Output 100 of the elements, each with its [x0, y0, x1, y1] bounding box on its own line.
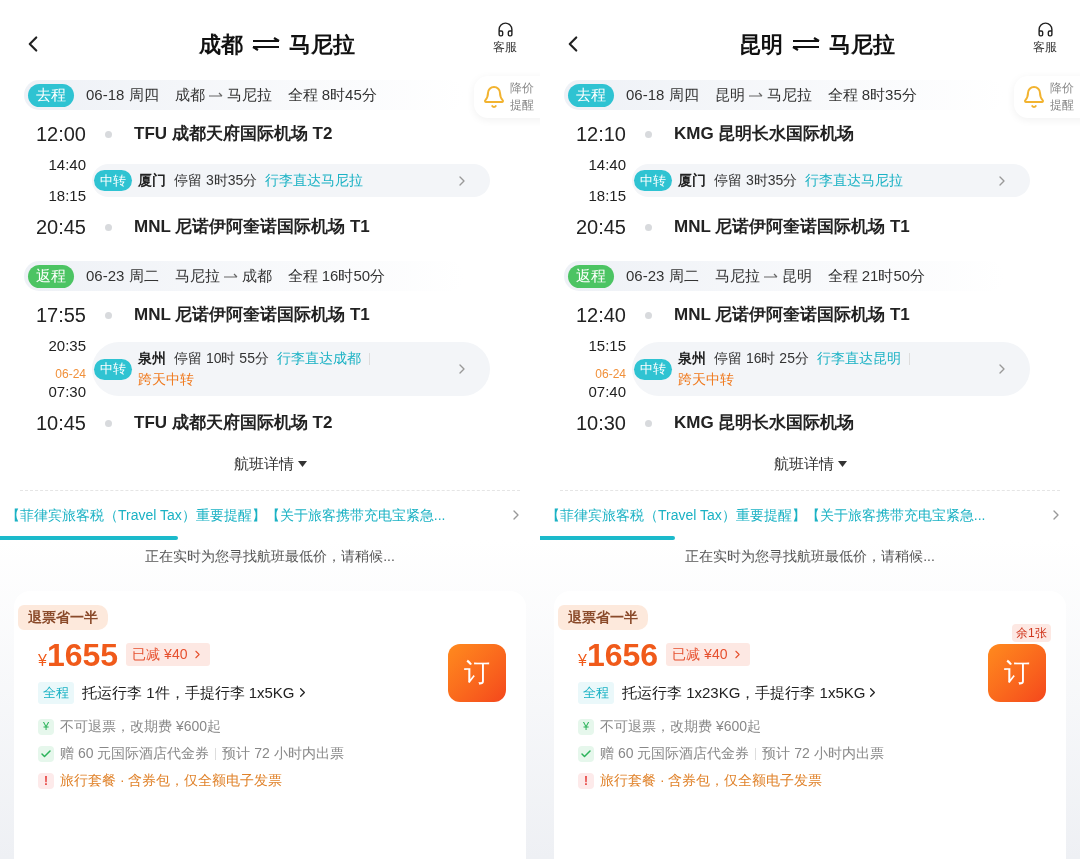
route-destination: 昆明	[781, 265, 812, 286]
leg-tag: 去程	[28, 83, 74, 107]
transfer-city: 泉州	[138, 349, 166, 368]
baggage-note: 行李直达昆明	[816, 349, 901, 368]
transfer-tag: 中转	[94, 170, 132, 191]
airport-name: KMG 昆明长水国际机场	[674, 123, 855, 146]
airport-name: TFU 成都天府国际机场 T2	[134, 412, 333, 435]
airport-name: MNL 尼诺伊阿奎诺国际机场 T1	[134, 216, 370, 239]
check-icon	[38, 745, 54, 762]
leg-duration: 全程 8时45分	[287, 84, 377, 105]
refund-badge: 退票省一半	[18, 604, 108, 630]
feature-text: 不可退票，改期费 ¥600起	[600, 717, 762, 736]
transfer-city: 厦门	[678, 171, 706, 190]
arrival-time: 15:15	[588, 336, 626, 356]
price: 1655	[46, 635, 119, 674]
yuan-icon: ¥	[38, 718, 54, 735]
yuan-icon: ¥	[578, 718, 594, 735]
feature-text: 预计 72 小时内出票	[762, 744, 884, 763]
refund-badge: 退票省一半	[558, 604, 648, 630]
departure-time: 07:40	[588, 381, 626, 402]
route-destination: 成都	[241, 265, 272, 286]
feature-text: 赠 60 元国际酒店代金券	[60, 744, 210, 763]
bell-icon	[482, 85, 506, 109]
transfer-row[interactable]: 中转 泉州 停留 16时 25分 行李直达昆明 跨天中转	[632, 342, 1030, 396]
feature-text: 旅行套餐 · 含券包，仅全额电子发票	[600, 771, 823, 790]
departure-time: 07:30	[48, 381, 86, 402]
flight-details-link[interactable]: 航班详情	[233, 453, 294, 476]
route-origin: 昆明	[739, 30, 783, 59]
swap-icon	[791, 37, 821, 51]
route-destination: 马尼拉	[289, 30, 355, 59]
price-alert-button[interactable]: 降价 提醒	[1014, 76, 1080, 118]
arrow-icon	[223, 273, 238, 279]
route-origin: 马尼拉	[714, 265, 760, 286]
leg-date: 06-18 周四	[86, 84, 159, 105]
caret-icon	[837, 461, 847, 468]
route-destination: 马尼拉	[829, 30, 895, 59]
flight-details-link[interactable]: 航班详情	[773, 453, 834, 476]
customer-service-button[interactable]: 客服	[1030, 20, 1060, 56]
bell-icon	[1022, 85, 1046, 109]
layover-duration: 停留 16时 25分	[714, 349, 809, 368]
headset-icon	[496, 20, 514, 38]
arrival-time: 10:45	[34, 411, 86, 436]
arrival-time: 14:40	[48, 155, 86, 175]
loading-message: 正在实时为您寻找航班最低价，请稍候...	[685, 546, 935, 566]
currency-symbol: ¥	[578, 651, 587, 671]
layover-duration: 停留 3时35分	[714, 171, 798, 190]
leg-tag: 去程	[568, 83, 614, 107]
route-origin: 马尼拉	[174, 265, 220, 286]
route-destination: 马尼拉	[226, 84, 272, 105]
departure-time: 18:15	[588, 185, 626, 206]
airport-name: MNL 尼诺伊阿奎诺国际机场 T1	[134, 304, 370, 327]
route-origin: 昆明	[714, 84, 745, 105]
check-icon	[578, 745, 594, 762]
transfer-tag: 中转	[634, 170, 672, 191]
feature-text: 预计 72 小时内出票	[222, 744, 344, 763]
remaining-badge: 余1张	[1012, 623, 1051, 642]
arrival-time: 14:40	[588, 155, 626, 175]
caret-icon	[297, 461, 307, 468]
date: 06-24	[595, 367, 626, 381]
baggage-link[interactable]: 托运行李 1x23KG，手提行李 1x5KG	[622, 681, 881, 704]
departure-time: 17:55	[34, 303, 86, 328]
loading-message: 正在实时为您寻找航班最低价，请稍候...	[145, 546, 395, 566]
transfer-city: 泉州	[678, 349, 706, 368]
transfer-city: 厦门	[138, 171, 166, 190]
feature-text: 赠 60 元国际酒店代金券	[600, 744, 750, 763]
leg-tag: 返程	[568, 264, 614, 288]
warning-icon: !	[578, 772, 594, 789]
transfer-tag: 中转	[634, 358, 672, 380]
transfer-row[interactable]: 中转 厦门 停留 3时35分 行李直达马尼拉	[632, 164, 1030, 197]
leg-duration: 全程 16时50分	[287, 265, 386, 286]
leg-date: 06-23 周二	[86, 265, 159, 286]
feature-text: 不可退票，改期费 ¥600起	[60, 717, 222, 736]
arrival-time: 10:30	[574, 411, 626, 436]
transfer-row[interactable]: 中转 泉州 停留 10时 55分 行李直达成都 跨天中转	[92, 342, 490, 396]
transfer-tag: 中转	[94, 358, 132, 380]
customer-service-button[interactable]: 客服	[490, 20, 520, 56]
layover-duration: 停留 3时35分	[174, 171, 258, 190]
route-origin: 成都	[174, 84, 205, 105]
arrow-icon	[763, 273, 778, 279]
currency-symbol: ¥	[38, 651, 47, 671]
arrow-icon	[748, 92, 763, 98]
airport-name: MNL 尼诺伊阿奎诺国际机场 T1	[674, 304, 910, 327]
warning-icon: !	[38, 772, 54, 789]
departure-time: 12:10	[574, 122, 626, 147]
scope-tag: 全程	[38, 682, 74, 704]
route-destination: 马尼拉	[766, 84, 812, 105]
transfer-row[interactable]: 中转 厦门 停留 3时35分 行李直达马尼拉	[92, 164, 490, 197]
airport-name: TFU 成都天府国际机场 T2	[134, 123, 333, 146]
feature-text: 旅行套餐 · 含券包，仅全额电子发票	[60, 771, 283, 790]
headset-icon	[1036, 20, 1054, 38]
arrow-icon	[208, 92, 223, 98]
arrival-time: 20:45	[34, 215, 86, 240]
baggage-link[interactable]: 托运行李 1件，手提行李 1x5KG	[82, 681, 310, 704]
overnight-note: 跨天中转	[138, 370, 195, 389]
leg-date: 06-18 周四	[626, 84, 699, 105]
route-origin: 成都	[199, 30, 243, 59]
arrival-time: 20:35	[48, 336, 86, 356]
leg-duration: 全程 21时50分	[827, 265, 926, 286]
layover-duration: 停留 10时 55分	[174, 349, 269, 368]
price-alert-button[interactable]: 降价 提醒	[474, 76, 540, 118]
